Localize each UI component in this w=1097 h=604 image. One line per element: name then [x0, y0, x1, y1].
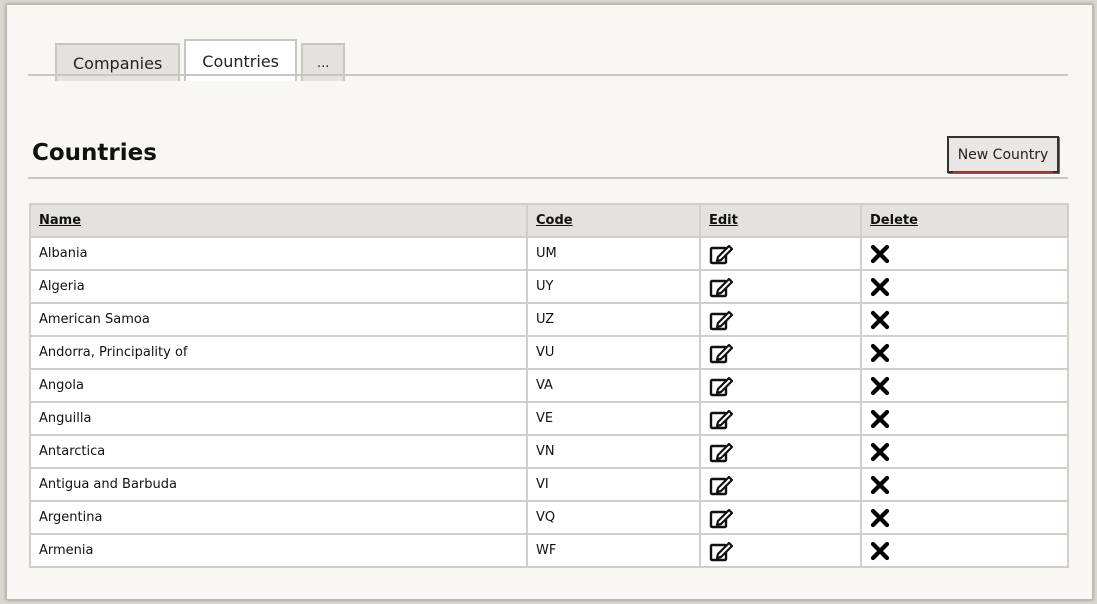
cell-edit	[699, 269, 862, 304]
cell-name: Angola	[29, 368, 528, 403]
column-header-edit[interactable]: Edit	[699, 203, 862, 238]
close-icon[interactable]	[870, 442, 890, 461]
cell-name: Anguilla	[29, 401, 528, 436]
cell-name: American Samoa	[29, 302, 528, 337]
edit-icon[interactable]	[709, 277, 733, 297]
edit-icon[interactable]	[709, 343, 733, 363]
close-icon[interactable]	[870, 409, 890, 428]
cell-edit	[699, 467, 862, 502]
cell-delete	[860, 401, 1069, 436]
edit-icon[interactable]	[709, 475, 733, 495]
cell-code: VU	[526, 335, 701, 370]
column-header-delete[interactable]: Delete	[860, 203, 1069, 238]
cell-name: Algeria	[29, 269, 528, 304]
table-row: Antigua and Barbuda VI	[29, 467, 1069, 502]
cell-code: WF	[526, 533, 701, 568]
edit-icon[interactable]	[709, 508, 733, 528]
cell-code: VN	[526, 434, 701, 469]
table-body: Albania UM Algeria UY American Samoa UZ Andorr…	[29, 236, 1069, 568]
cell-code: VI	[526, 467, 701, 502]
cell-code: UM	[526, 236, 701, 271]
cell-delete	[860, 533, 1069, 568]
cell-delete	[860, 269, 1069, 304]
cell-name: Armenia	[29, 533, 528, 568]
close-icon[interactable]	[870, 508, 890, 527]
cell-name: Antarctica	[29, 434, 528, 469]
edit-icon[interactable]	[709, 376, 733, 396]
close-icon[interactable]	[870, 310, 890, 329]
cell-code: UZ	[526, 302, 701, 337]
edit-icon[interactable]	[709, 442, 733, 462]
close-icon[interactable]	[870, 475, 890, 494]
cell-code: UY	[526, 269, 701, 304]
cell-edit	[699, 302, 862, 337]
cell-delete	[860, 302, 1069, 337]
table-row: Anguilla VE	[29, 401, 1069, 436]
cell-delete	[860, 467, 1069, 502]
page-title: Countries	[32, 140, 157, 166]
cell-name: Andorra, Principality of	[29, 335, 528, 370]
cell-edit	[699, 335, 862, 370]
cell-edit	[699, 434, 862, 469]
cell-delete	[860, 434, 1069, 469]
countries-table: Name Code Edit Delete Albania UM Algeria UY…	[29, 203, 1069, 568]
column-header-code[interactable]: Code	[526, 203, 701, 238]
table-row: Argentina VQ	[29, 500, 1069, 535]
cell-edit	[699, 368, 862, 403]
table-row: American Samoa UZ	[29, 302, 1069, 337]
edit-icon[interactable]	[709, 541, 733, 561]
table-header-row: Name Code Edit Delete	[29, 203, 1069, 238]
close-icon[interactable]	[870, 376, 890, 395]
edit-icon[interactable]	[709, 310, 733, 330]
close-icon[interactable]	[870, 277, 890, 296]
edit-icon[interactable]	[709, 409, 733, 429]
close-icon[interactable]	[870, 343, 890, 362]
cell-edit	[699, 401, 862, 436]
table-row: Andorra, Principality of VU	[29, 335, 1069, 370]
close-icon[interactable]	[870, 244, 890, 263]
cell-delete	[860, 335, 1069, 370]
cell-edit	[699, 500, 862, 535]
new-country-label: New Country	[957, 146, 1049, 163]
cell-edit	[699, 236, 862, 271]
table-row: Angola VA	[29, 368, 1069, 403]
tab-divider	[28, 74, 1068, 76]
cell-edit	[699, 533, 862, 568]
cell-name: Albania	[29, 236, 528, 271]
edit-icon[interactable]	[709, 244, 733, 264]
cell-code: VA	[526, 368, 701, 403]
cell-code: VE	[526, 401, 701, 436]
button-underline	[953, 171, 1053, 173]
table-row: Antarctica VN	[29, 434, 1069, 469]
cell-name: Argentina	[29, 500, 528, 535]
header-divider	[28, 177, 1068, 179]
table-row: Albania UM	[29, 236, 1069, 271]
cell-delete	[860, 368, 1069, 403]
new-country-button[interactable]: New Country	[947, 136, 1059, 173]
cell-code: VQ	[526, 500, 701, 535]
table-row: Armenia WF	[29, 533, 1069, 568]
close-icon[interactable]	[870, 541, 890, 560]
column-header-name[interactable]: Name	[29, 203, 528, 238]
table-row: Algeria UY	[29, 269, 1069, 304]
cell-delete	[860, 236, 1069, 271]
cell-name: Antigua and Barbuda	[29, 467, 528, 502]
cell-delete	[860, 500, 1069, 535]
